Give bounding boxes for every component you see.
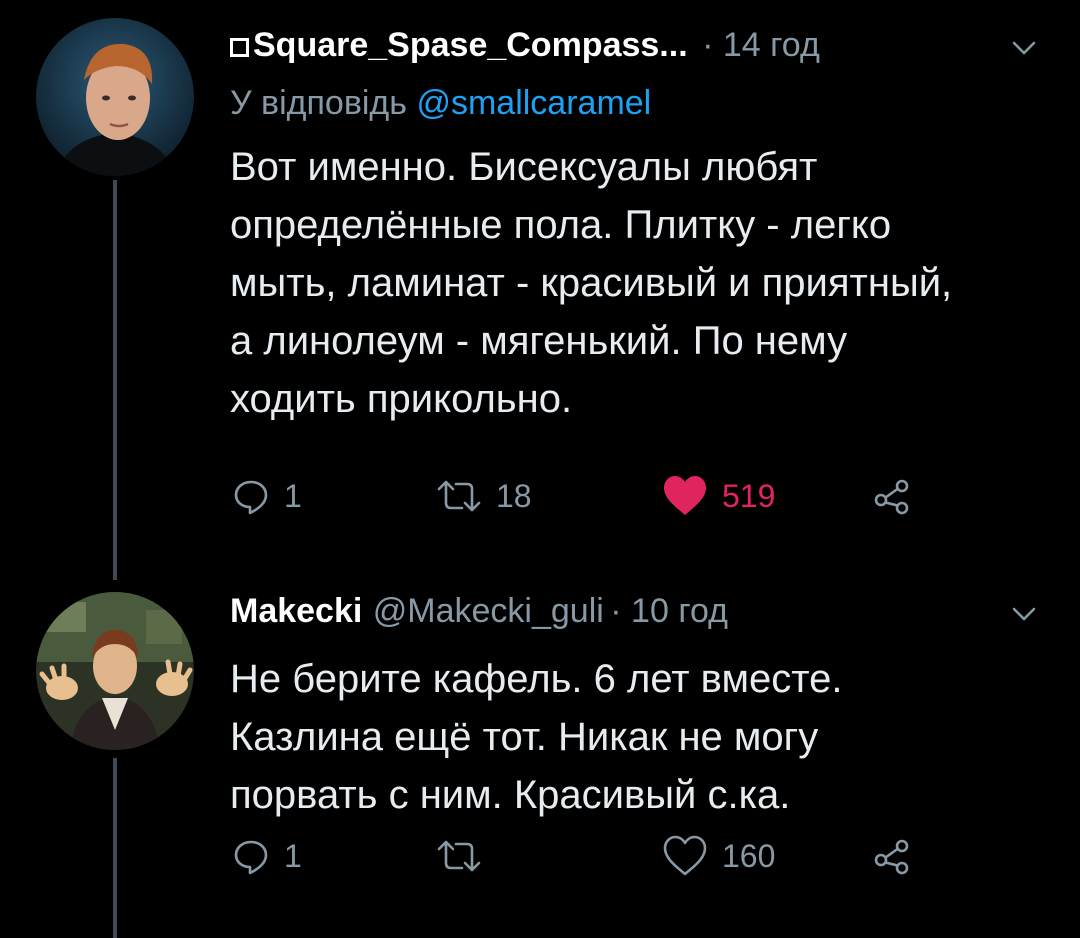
reply-button[interactable]: 1 [232, 826, 302, 886]
chevron-down-icon[interactable] [1006, 30, 1042, 66]
heart-icon [663, 835, 707, 876]
retweet-icon [437, 480, 481, 512]
avatar[interactable] [36, 592, 194, 750]
reply-context: У відповідь @smallcaramel [230, 84, 1050, 136]
reply-prefix: У відповідь [230, 84, 407, 122]
share-icon [874, 839, 909, 875]
tweet[interactable]: Makecki @Makecki_guli · 10 год Не берите… [0, 580, 1080, 938]
tweet-header: Square_Spase_Compass... · 14 год [230, 26, 1050, 82]
tweet-text: Не берите кафель. 6 лет вместе. Казлина … [230, 657, 843, 817]
like-button[interactable]: 519 [662, 466, 775, 526]
comment-icon [234, 480, 268, 515]
tweet-actions: 1 160 [230, 826, 1080, 886]
retweet-button[interactable] [436, 826, 496, 886]
like-count: 160 [722, 837, 776, 874]
share-button[interactable] [872, 466, 912, 526]
square-icon [230, 38, 249, 57]
display-name[interactable]: Makecki [230, 592, 362, 630]
reply-mention[interactable]: @smallcaramel [416, 84, 651, 122]
retweet-icon [437, 840, 481, 872]
heart-icon [664, 476, 706, 515]
retweet-count: 18 [496, 477, 532, 514]
tweet-text: Вот именно. Бисексуалы любят определённы… [230, 145, 953, 421]
share-button[interactable] [872, 826, 912, 886]
reply-count: 1 [284, 837, 302, 874]
reply-count: 1 [284, 477, 302, 514]
handle[interactable]: @Makecki_guli [373, 592, 604, 630]
avatar[interactable] [36, 18, 194, 176]
tweet-actions: 1 18 519 [230, 466, 1080, 526]
like-button[interactable]: 160 [662, 826, 775, 886]
retweet-button[interactable]: 18 [436, 466, 532, 526]
comment-icon [234, 840, 268, 875]
like-count: 519 [722, 477, 776, 514]
tweet[interactable]: Square_Spase_Compass... · 14 год У відпо… [0, 0, 1080, 580]
timestamp[interactable]: · 10 год [610, 592, 728, 630]
chevron-down-icon[interactable] [1006, 596, 1042, 632]
display-name[interactable]: Square_Spase_Compass... [253, 26, 688, 64]
tweet-header: Makecki @Makecki_guli · 10 год [230, 592, 1050, 648]
share-icon [874, 479, 909, 515]
reply-button[interactable]: 1 [232, 466, 302, 526]
timestamp[interactable]: · 14 год [702, 26, 820, 64]
